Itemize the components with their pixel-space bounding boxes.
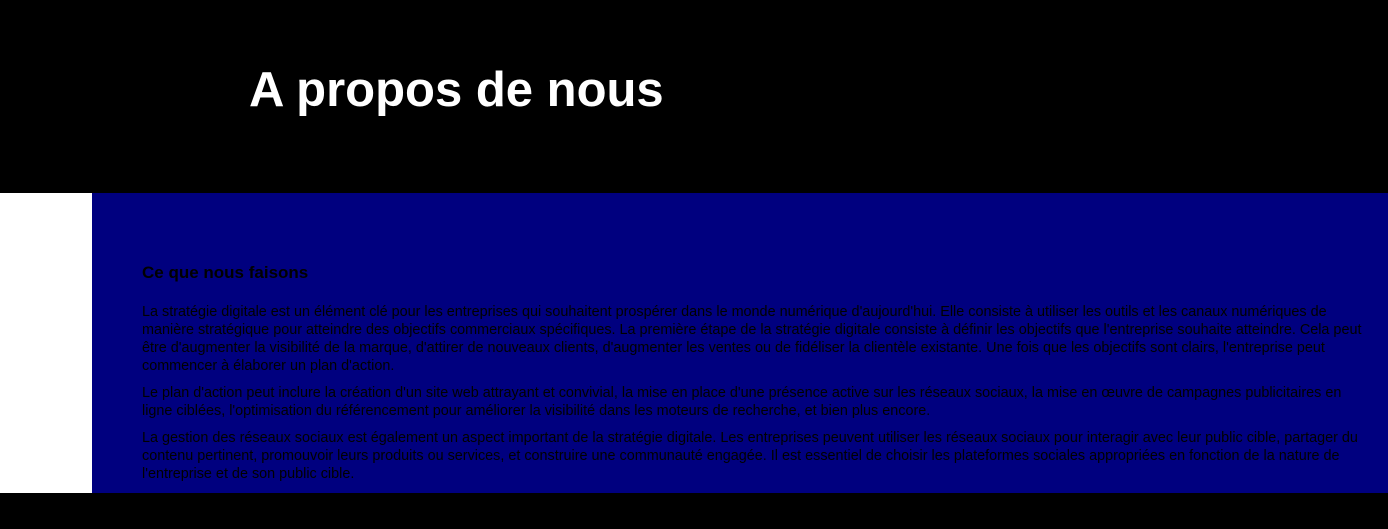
- page-header: A propos de nous: [0, 0, 1388, 193]
- page-title: A propos de nous: [249, 63, 664, 117]
- about-paragraph-1: La stratégie digitale est un élément clé…: [142, 304, 1362, 374]
- footer-bar: [0, 493, 1388, 529]
- about-paragraph-3: La gestion des réseaux sociaux est égale…: [142, 430, 1358, 482]
- about-paragraph-2: Le plan d'action peut inclure la créatio…: [142, 385, 1342, 419]
- about-section: Ce que nous faisons La stratégie digital…: [92, 193, 1388, 493]
- section-title: Ce que nous faisons: [142, 263, 309, 282]
- side-strip: [0, 193, 92, 493]
- about-text: La stratégie digitale est un élément clé…: [142, 303, 1370, 492]
